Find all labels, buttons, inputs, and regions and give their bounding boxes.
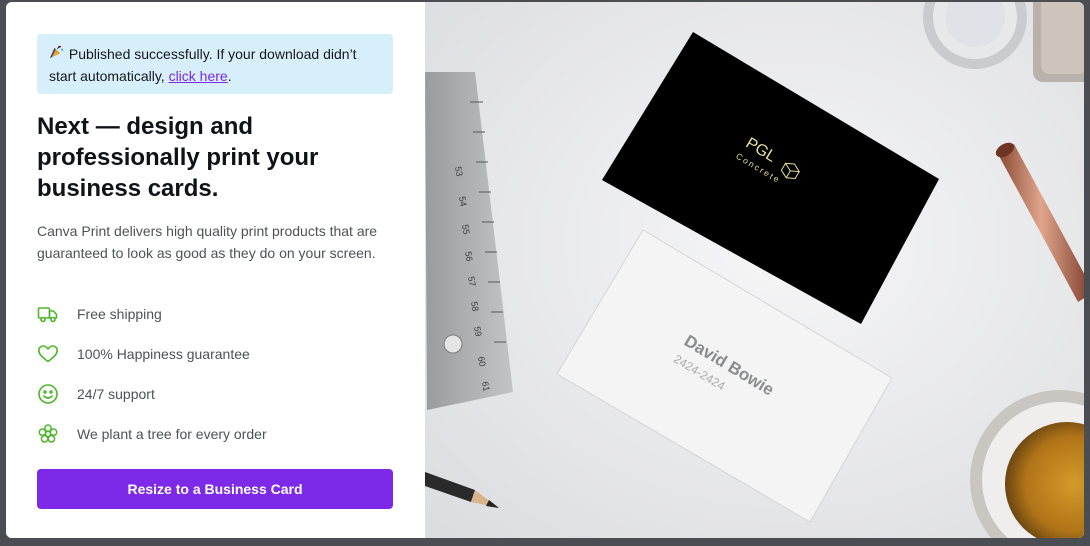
smiley-icon [37, 383, 59, 405]
banner-text-end: . [227, 68, 232, 84]
ruler-number: 54 [457, 196, 469, 208]
feature-item-guarantee: 100% Happiness guarantee [37, 343, 397, 367]
feature-label: 24/7 support [77, 386, 155, 402]
truck-icon [37, 303, 59, 325]
feature-item-shipping: Free shipping [37, 303, 397, 327]
ruler-number: 58 [469, 301, 481, 313]
modal-left-panel: Published successfully. If your download… [6, 2, 425, 538]
ruler-number: 59 [472, 326, 484, 338]
feature-label: Free shipping [77, 306, 162, 322]
success-banner: Published successfully. If your download… [37, 34, 393, 94]
ruler-number: 60 [476, 356, 488, 368]
print-upsell-modal: Published successfully. If your download… [6, 2, 1084, 538]
page-title: Next — design and professionally print y… [37, 113, 319, 202]
feature-label: We plant a tree for every order [77, 426, 267, 442]
click-here-link[interactable]: click here [169, 68, 228, 84]
feature-item-tree: We plant a tree for every order [37, 423, 397, 447]
heart-icon [37, 343, 59, 365]
ruler-number: 61 [480, 381, 492, 393]
ruler-number: 55 [460, 224, 472, 236]
preview-photo: 53 54 55 56 57 58 59 60 61 PGL Concrete … [425, 2, 1084, 538]
description: Canva Print delivers high quality print … [37, 223, 378, 261]
business-card-preview-image: 53 54 55 56 57 58 59 60 61 PGL Concrete … [425, 2, 1084, 538]
resize-to-business-card-button[interactable]: Resize to a Business Card [37, 469, 393, 509]
ruler-number: 57 [466, 276, 478, 288]
ruler-number: 53 [453, 166, 465, 178]
ruler-number: 56 [463, 251, 475, 263]
party-popper-icon [49, 43, 65, 65]
feature-label: 100% Happiness guarantee [77, 346, 250, 362]
flower-icon [37, 423, 59, 445]
feature-item-support: 24/7 support [37, 383, 397, 407]
